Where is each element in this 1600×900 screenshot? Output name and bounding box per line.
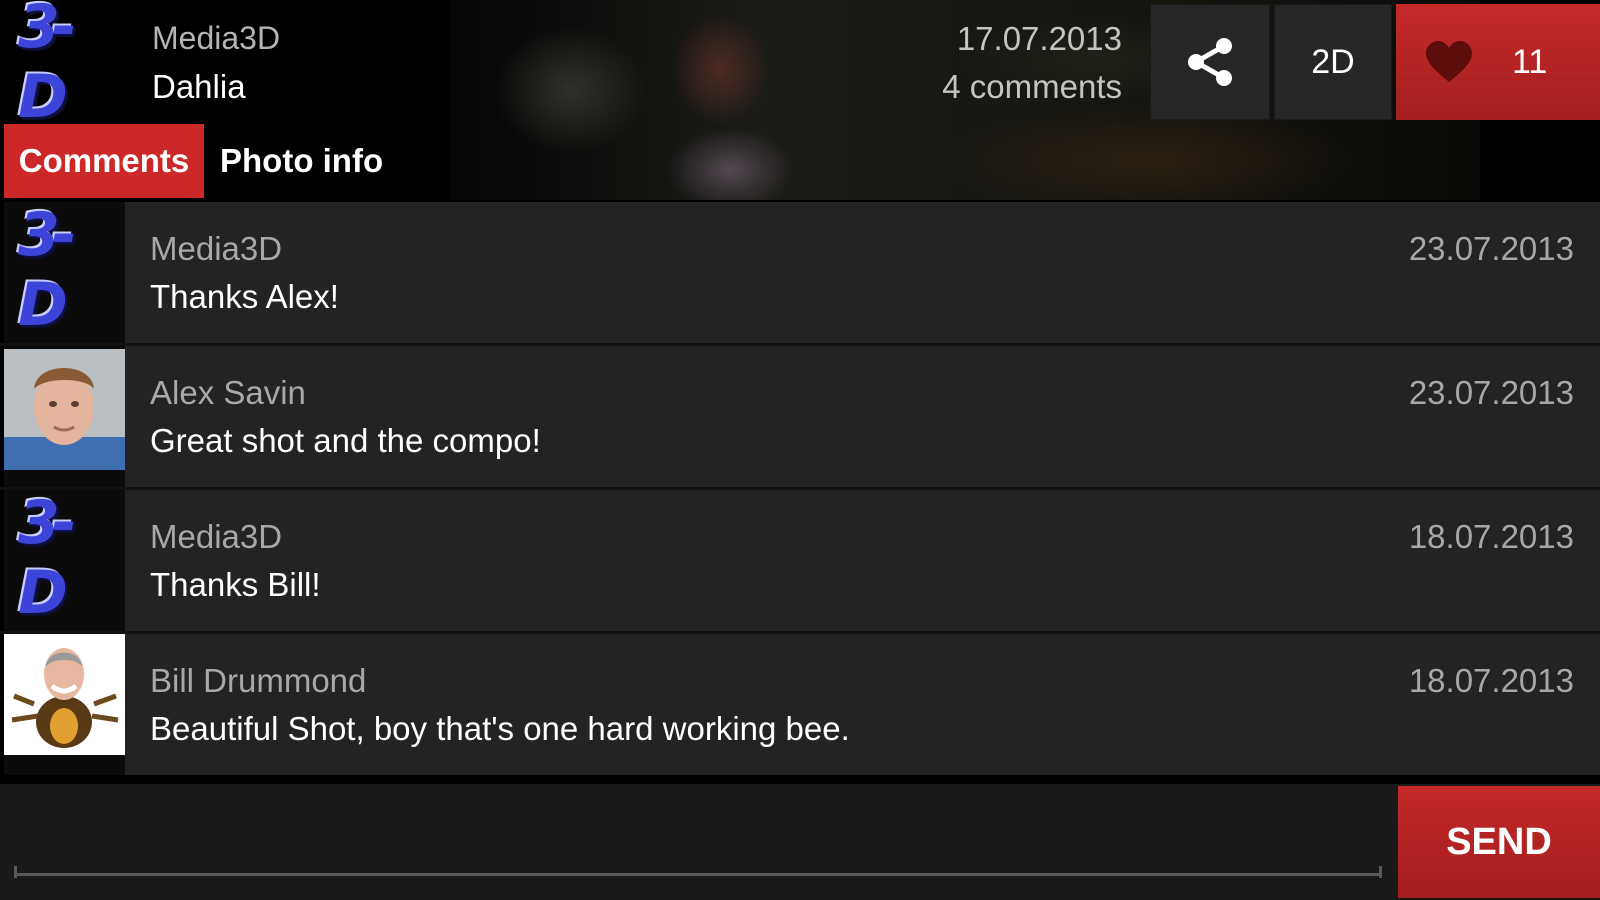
comment-author[interactable]: Media3D <box>150 518 282 556</box>
comment-text: Thanks Bill! <box>150 566 321 603</box>
input-underline <box>14 866 17 878</box>
comment-item: Alex Savin Great shot and the compo! 23.… <box>4 346 1600 487</box>
heart-icon <box>1426 41 1472 82</box>
user-photo <box>4 349 125 470</box>
avatar[interactable] <box>4 634 125 775</box>
tab-comments[interactable]: Comments <box>4 124 204 198</box>
avatar[interactable] <box>4 346 125 487</box>
media3d-logo: 3-D <box>18 0 77 132</box>
media3d-logo: 3-D <box>18 202 77 340</box>
user-cartoon <box>4 634 125 755</box>
media3d-logo: 3-D <box>18 490 77 628</box>
comment-author[interactable]: Bill Drummond <box>150 662 366 700</box>
like-button[interactable]: 11 <box>1396 4 1600 120</box>
comment-text: Thanks Alex! <box>150 278 339 315</box>
photo-header: 3-D Media3D Dahlia 17.07.2013 4 comments… <box>0 0 1600 200</box>
comment-item: 3-D Media3D Thanks Bill! 18.07.2013 <box>4 490 1600 631</box>
comment-input[interactable] <box>14 794 1382 876</box>
comment-date: 23.07.2013 <box>1408 230 1574 267</box>
photo-author[interactable]: Media3D <box>152 20 280 57</box>
avatar[interactable]: 3-D <box>4 490 125 631</box>
share-icon <box>1188 38 1232 86</box>
photo-date: 17.07.2013 <box>956 20 1122 57</box>
tab-photo-info[interactable]: Photo info <box>204 124 399 198</box>
comments-count: 4 comments <box>942 68 1122 105</box>
comment-date: 18.07.2013 <box>1408 662 1574 699</box>
comment-author[interactable]: Alex Savin <box>150 374 306 412</box>
comment-text: Beautiful Shot, boy that's one hard work… <box>150 710 850 747</box>
photo-title: Dahlia <box>152 68 246 105</box>
comment-item: Bill Drummond Beautiful Shot, boy that's… <box>4 634 1600 775</box>
comment-composer: SEND <box>0 784 1600 900</box>
comment-date: 23.07.2013 <box>1408 374 1574 411</box>
comment-date: 18.07.2013 <box>1408 518 1574 555</box>
view-mode-2d-button[interactable]: 2D <box>1274 4 1392 120</box>
like-count: 11 <box>1512 42 1548 81</box>
send-button[interactable]: SEND <box>1398 786 1600 898</box>
share-button[interactable] <box>1150 4 1270 120</box>
comment-text: Great shot and the compo! <box>150 422 541 459</box>
input-underline <box>1379 866 1382 878</box>
comment-author[interactable]: Media3D <box>150 230 282 268</box>
comment-item: 3-D Media3D Thanks Alex! 23.07.2013 <box>4 202 1600 343</box>
avatar[interactable]: 3-D <box>4 202 125 343</box>
